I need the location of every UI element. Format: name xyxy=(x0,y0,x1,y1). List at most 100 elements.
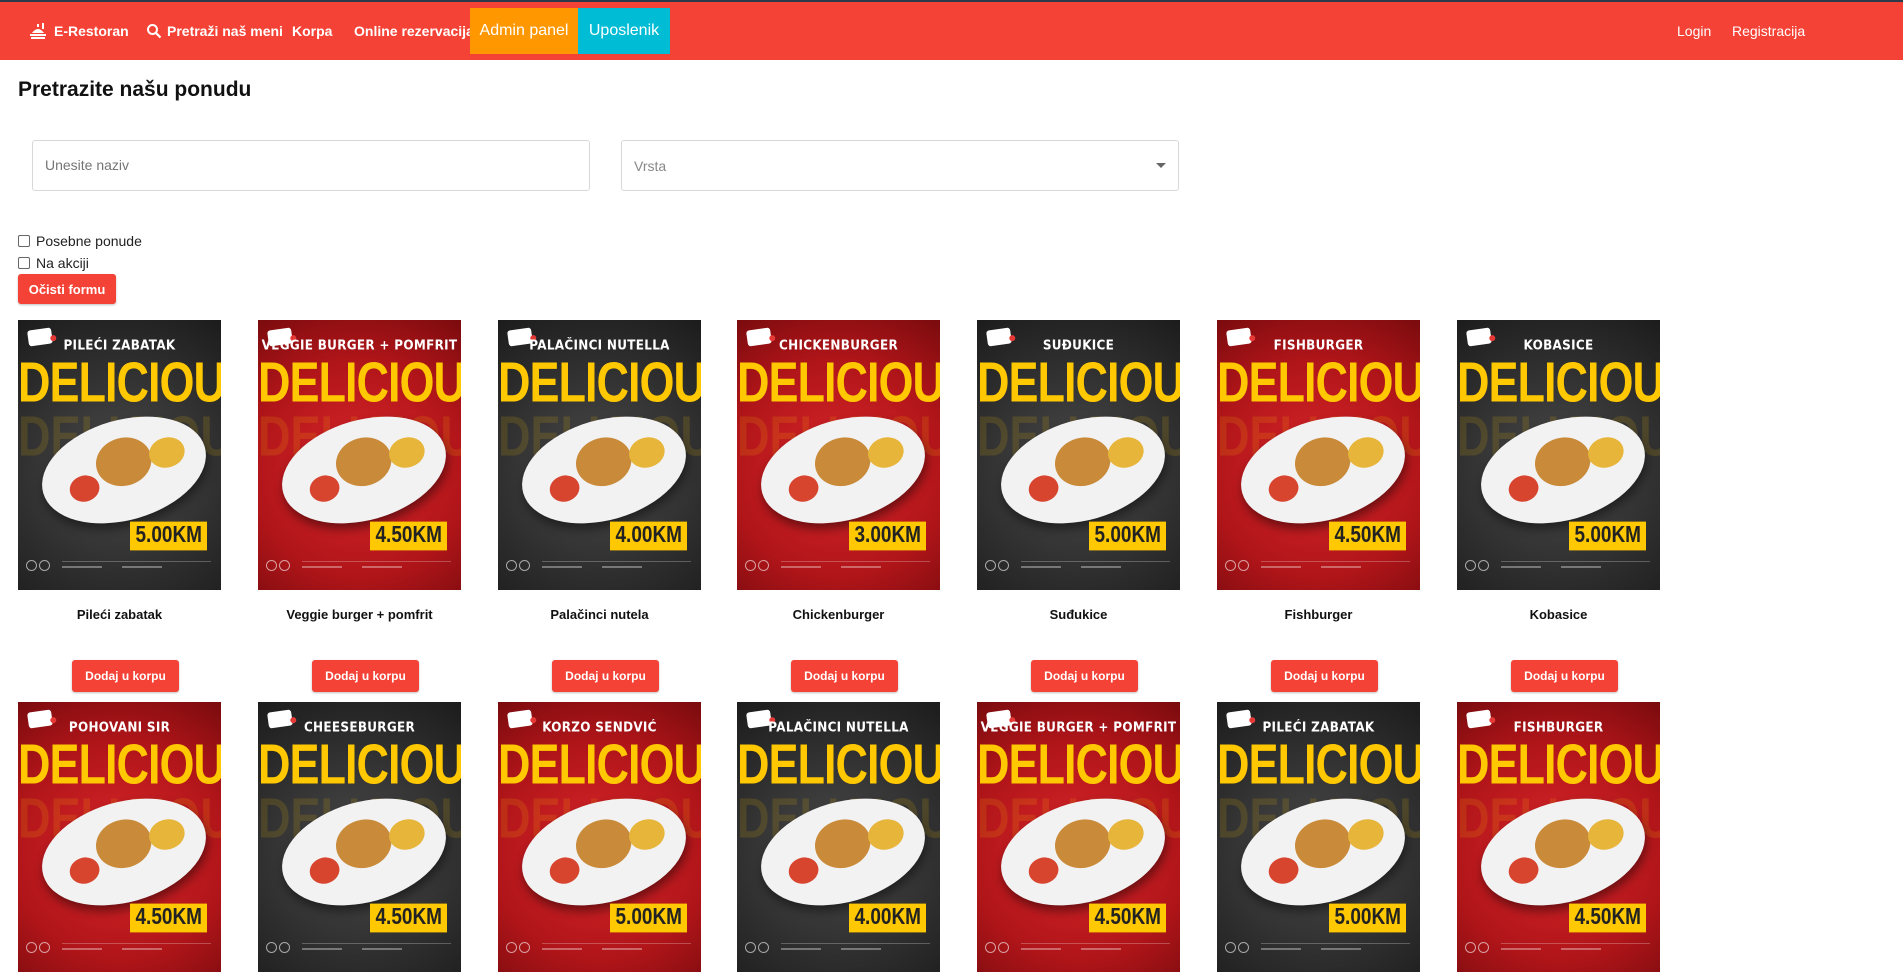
product-poster-image[interactable]: VEGGIE BURGER + POMFRITDELICIOUSDELICIOU… xyxy=(258,320,461,590)
product-card: VEGGIE BURGER + POMFRITDELICIOUSDELICIOU… xyxy=(977,702,1180,972)
poster-slogan: DELICIOUS xyxy=(258,732,461,796)
poster-price: 3.00KM xyxy=(849,521,926,551)
add-to-cart-button[interactable]: Dodaj u korpu xyxy=(72,660,179,692)
product-card: PILEĆI ZABATAKDELICIOUSDELICIOUS5.00KMPi… xyxy=(18,320,221,692)
add-to-cart-button[interactable]: Dodaj u korpu xyxy=(1271,660,1378,692)
product-card: FISHBURGERDELICIOUSDELICIOUS4.50KM xyxy=(1457,702,1660,972)
food-item xyxy=(330,812,398,875)
product-name: Fishburger xyxy=(1284,607,1353,622)
clear-form-button[interactable]: Očisti formu xyxy=(18,274,116,304)
poster-slogan: DELICIOUS xyxy=(977,350,1180,414)
add-to-cart-button[interactable]: Dodaj u korpu xyxy=(552,660,659,692)
nav-login[interactable]: Login xyxy=(1677,2,1711,60)
poster-footer xyxy=(62,943,211,958)
poster-price: 4.50KM xyxy=(1329,521,1406,551)
product-card: POHOVANI SIRDELICIOUSDELICIOUS4.50KM xyxy=(18,702,221,972)
product-poster-image[interactable]: KOBASICEDELICIOUSDELICIOUS5.00KM xyxy=(1457,320,1660,590)
product-name: Kobasice xyxy=(1529,607,1588,622)
poster-contact-icons xyxy=(1225,560,1249,574)
food-item xyxy=(1265,853,1302,888)
poster-contact-icons xyxy=(266,942,290,956)
food-item xyxy=(1584,433,1628,472)
poster-contact-icons xyxy=(26,560,50,574)
product-card: KOBASICEDELICIOUSDELICIOUS5.00KM Kobasice… xyxy=(1457,320,1660,692)
product-poster-image[interactable]: PALAČINCI NUTELLADELICIOUSDELICIOUS4.00K… xyxy=(498,320,701,590)
food-item xyxy=(1049,812,1117,875)
food-item xyxy=(1104,433,1148,472)
add-to-cart-button[interactable]: Dodaj u korpu xyxy=(1031,660,1138,692)
poster-price: 4.50KM xyxy=(1569,903,1646,933)
add-to-cart-button[interactable]: Dodaj u korpu xyxy=(312,660,419,692)
food-item xyxy=(1025,853,1062,888)
nav-registracija[interactable]: Registracija xyxy=(1732,2,1805,60)
poster-slogan: DELICIOUS xyxy=(1457,732,1660,796)
product-card: CHICKENBURGERDELICIOUSDELICIOUS3.00KMChi… xyxy=(737,320,940,692)
poster-contact-icons xyxy=(26,942,50,956)
add-to-cart-button[interactable]: Dodaj u korpu xyxy=(791,660,898,692)
poster-price: 4.50KM xyxy=(370,521,447,551)
food-item xyxy=(1289,430,1357,493)
food-item xyxy=(546,471,583,506)
food-item xyxy=(385,433,429,472)
product-poster-image[interactable]: KORZO SENDVIĆDELICIOUSDELICIOUS5.00KM xyxy=(498,702,701,972)
vrsta-select[interactable]: Vrsta xyxy=(621,140,1179,191)
add-to-cart-button[interactable]: Dodaj u korpu xyxy=(1511,660,1618,692)
product-card: PALAČINCI NUTELLADELICIOUSDELICIOUS4.00K… xyxy=(737,702,940,972)
product-card: FISHBURGERDELICIOUSDELICIOUS4.50KM Fishbu… xyxy=(1217,320,1420,692)
poster-slogan: DELICIOUS xyxy=(258,350,461,414)
poster-slogan: DELICIOUS xyxy=(737,732,940,796)
nav-online-rezervacija[interactable]: Online rezervacija xyxy=(354,2,474,60)
brand-link[interactable]: E-Restoran xyxy=(28,2,129,60)
food-item xyxy=(1025,471,1062,506)
product-poster-image[interactable]: CHICKENBURGERDELICIOUSDELICIOUS3.00KM xyxy=(737,320,940,590)
food-item xyxy=(1049,430,1117,493)
na-akciji-checkbox[interactable] xyxy=(18,257,30,269)
food-item xyxy=(145,815,189,854)
food-item xyxy=(625,433,669,472)
posebne-ponude-checkbox[interactable] xyxy=(18,235,30,247)
poster-footer xyxy=(1021,561,1170,576)
food-item xyxy=(90,812,158,875)
food-item xyxy=(330,430,398,493)
poster-contact-icons xyxy=(506,560,530,574)
nav-admin-panel[interactable]: Admin panel xyxy=(470,8,578,54)
product-poster-image[interactable]: PILEĆI ZABATAKDELICIOUSDELICIOUS5.00KM xyxy=(18,320,221,590)
product-poster-image[interactable]: POHOVANI SIRDELICIOUSDELICIOUS4.50KM xyxy=(18,702,221,972)
product-poster-image[interactable]: VEGGIE BURGER + POMFRITDELICIOUSDELICIOU… xyxy=(977,702,1180,972)
food-item xyxy=(570,812,638,875)
poster-footer xyxy=(62,561,211,576)
nav-search-label: Pretraži naš meni xyxy=(167,23,283,39)
caret-down-icon xyxy=(1156,163,1166,168)
poster-price: 5.00KM xyxy=(1089,521,1166,551)
nav-search-menu[interactable]: Pretraži naš meni xyxy=(146,2,283,60)
product-poster-image[interactable]: CHEESEBURGERDELICIOUSDELICIOUS4.50KM xyxy=(258,702,461,972)
poster-price: 5.00KM xyxy=(130,521,207,551)
poster-price: 4.00KM xyxy=(849,903,926,933)
poster-price: 5.00KM xyxy=(1329,903,1406,933)
product-poster-image[interactable]: FISHBURGERDELICIOUSDELICIOUS4.50KM xyxy=(1217,320,1420,590)
food-item xyxy=(546,853,583,888)
product-poster-image[interactable]: PILEĆI ZABATAKDELICIOUSDELICIOUS5.00KM xyxy=(1217,702,1420,972)
food-item xyxy=(1584,815,1628,854)
food-item xyxy=(1344,433,1388,472)
product-card: PALAČINCI NUTELLADELICIOUSDELICIOUS4.00K… xyxy=(498,320,701,692)
poster-price: 4.50KM xyxy=(1089,903,1166,933)
food-item xyxy=(864,815,908,854)
product-card: PILEĆI ZABATAKDELICIOUSDELICIOUS5.00KM xyxy=(1217,702,1420,972)
nav-uposlenik[interactable]: Uposlenik xyxy=(578,8,670,54)
product-poster-image[interactable]: FISHBURGERDELICIOUSDELICIOUS4.50KM xyxy=(1457,702,1660,972)
food-item xyxy=(864,433,908,472)
product-poster-image[interactable]: PALAČINCI NUTELLADELICIOUSDELICIOUS4.00K… xyxy=(737,702,940,972)
poster-contact-icons xyxy=(266,560,290,574)
poster-slogan: DELICIOUS xyxy=(1457,350,1660,414)
nav-korpa[interactable]: Korpa xyxy=(292,2,332,60)
name-search-input[interactable] xyxy=(32,140,590,191)
poster-contact-icons xyxy=(985,560,1009,574)
product-name: Palačinci nutela xyxy=(550,607,649,622)
na-akciji-label: Na akciji xyxy=(36,255,89,271)
restaurant-icon xyxy=(30,23,46,39)
poster-contact-icons xyxy=(506,942,530,956)
product-poster-image[interactable]: SUĐUKICEDELICIOUSDELICIOUS5.00KM xyxy=(977,320,1180,590)
poster-contact-icons xyxy=(1465,560,1489,574)
poster-footer xyxy=(1501,943,1650,958)
